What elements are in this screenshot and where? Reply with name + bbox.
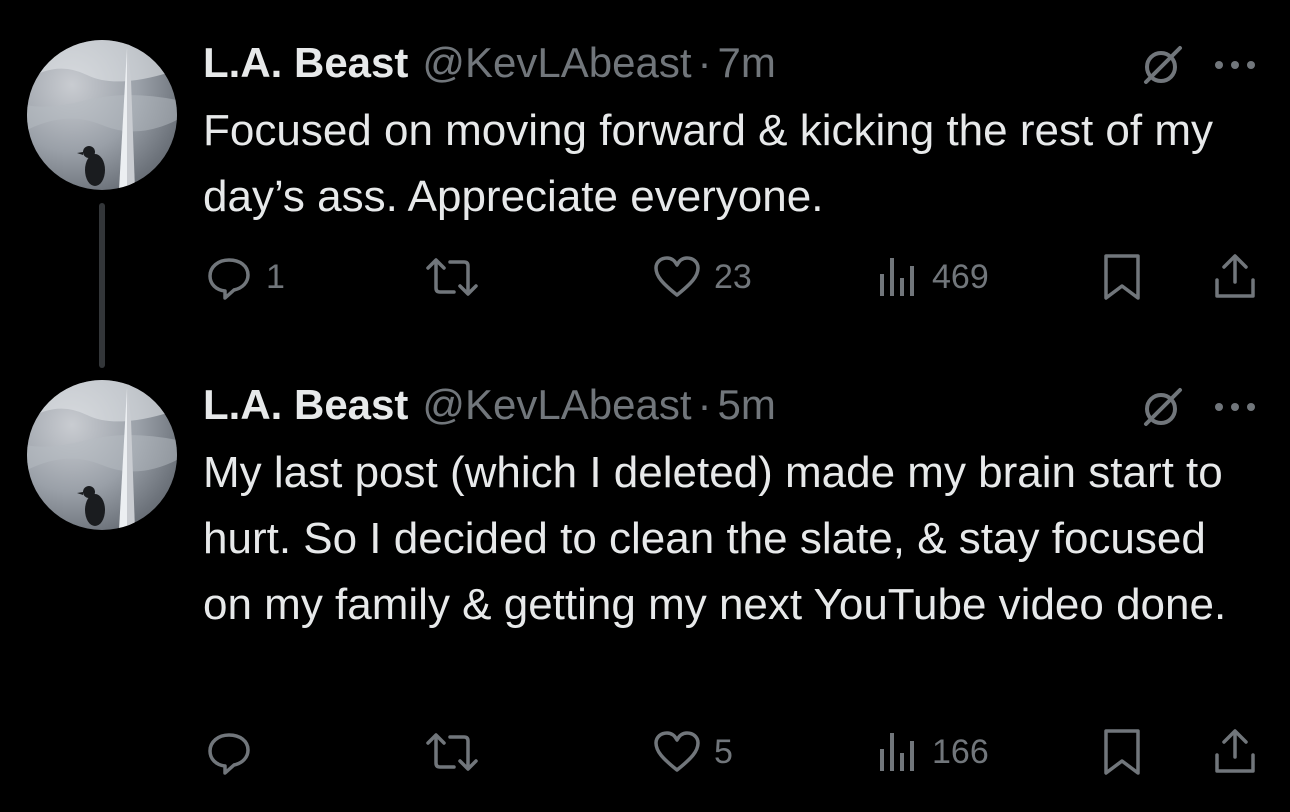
bookmark-icon xyxy=(1104,729,1140,775)
reply-icon xyxy=(208,258,250,300)
heart-icon xyxy=(654,256,700,297)
share-icon xyxy=(1215,254,1255,298)
reply-icon xyxy=(208,733,250,775)
tweet-header: L.A. Beast @KevLAbeast · 5m xyxy=(203,380,776,430)
retweet-icon xyxy=(426,733,478,771)
avatar-image xyxy=(27,40,177,190)
tweet-text: Focused on moving forward & kicking the … xyxy=(203,106,1213,221)
grok-icon[interactable] xyxy=(1140,42,1186,93)
tweet[interactable]: L.A. Beast @KevLAbeast · 5m My last post (w… xyxy=(0,360,1290,812)
view-count: 166 xyxy=(932,732,989,771)
reply-count: 1 xyxy=(266,257,285,296)
views-button[interactable]: 166 xyxy=(876,727,989,777)
views-icon xyxy=(880,733,914,771)
avatar[interactable] xyxy=(27,40,177,190)
timestamp[interactable]: 5m xyxy=(718,381,776,428)
like-count: 5 xyxy=(714,732,733,771)
like-count: 23 xyxy=(714,257,752,296)
display-name[interactable]: L.A. Beast xyxy=(203,39,408,86)
retweet-button[interactable] xyxy=(424,727,480,777)
reply-button[interactable]: 1 xyxy=(204,252,285,302)
views-icon xyxy=(880,258,914,296)
bookmark-button[interactable] xyxy=(1100,252,1144,302)
grok-icon[interactable] xyxy=(1140,384,1186,435)
like-button[interactable]: 23 xyxy=(652,252,752,302)
tweet-header: L.A. Beast @KevLAbeast · 7m xyxy=(203,38,776,88)
share-icon xyxy=(1215,729,1255,773)
view-count: 469 xyxy=(932,257,989,296)
separator: · xyxy=(697,381,712,428)
tweet-text: My last post (which I deleted) made my b… xyxy=(203,448,1227,629)
timestamp[interactable]: 7m xyxy=(718,39,776,86)
share-button[interactable] xyxy=(1212,727,1258,777)
heart-icon xyxy=(654,731,700,772)
bookmark-button[interactable] xyxy=(1100,727,1144,777)
bookmark-icon xyxy=(1104,254,1140,300)
user-handle[interactable]: @KevLAbeast xyxy=(422,39,691,86)
more-icon[interactable] xyxy=(1213,58,1257,76)
retweet-icon xyxy=(426,258,478,296)
like-button[interactable]: 5 xyxy=(652,727,733,777)
separator: · xyxy=(697,39,712,86)
avatar[interactable] xyxy=(27,380,177,530)
tweet-actions: 5 166 xyxy=(0,727,1290,777)
retweet-button[interactable] xyxy=(424,252,480,302)
tweet-actions: 1 23 469 xyxy=(0,252,1290,302)
avatar-image xyxy=(27,380,177,530)
more-icon[interactable] xyxy=(1213,400,1257,418)
tweet[interactable]: L.A. Beast @KevLAbeast · 7m Focused on movi… xyxy=(0,0,1290,360)
user-handle[interactable]: @KevLAbeast xyxy=(422,381,691,428)
display-name[interactable]: L.A. Beast xyxy=(203,381,408,428)
reply-button[interactable] xyxy=(204,727,266,777)
share-button[interactable] xyxy=(1212,252,1258,302)
views-button[interactable]: 469 xyxy=(876,252,989,302)
